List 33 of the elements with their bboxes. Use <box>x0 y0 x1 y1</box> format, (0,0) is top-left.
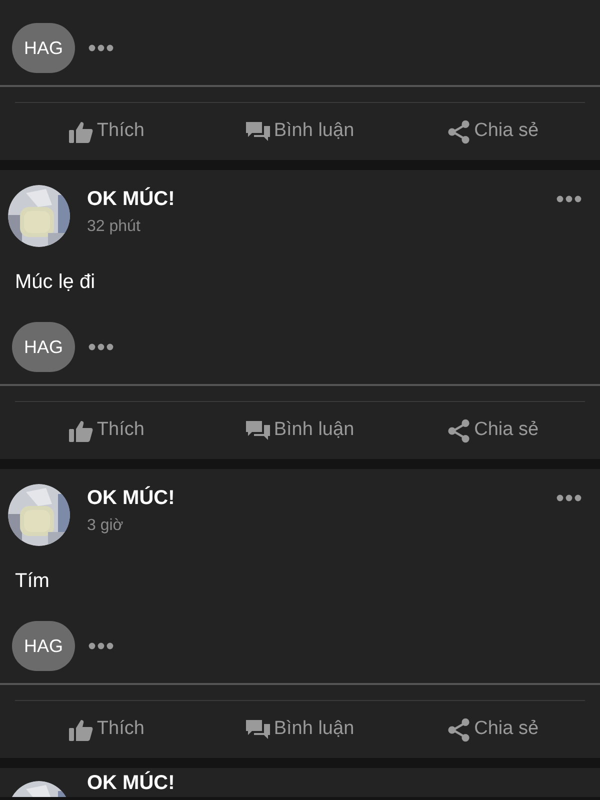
comment-button[interactable]: Bình luận <box>246 117 354 146</box>
more-icon[interactable] <box>556 494 582 502</box>
like-button[interactable]: Thích <box>68 715 144 744</box>
thumbs-up-icon <box>68 420 93 442</box>
more-icon[interactable] <box>88 44 114 52</box>
post-text: Tím <box>15 569 50 594</box>
reaction-chip[interactable]: HAG <box>12 23 75 73</box>
comment-button[interactable]: Bình luận <box>246 715 354 744</box>
author-name[interactable]: OK MÚC! <box>87 187 175 211</box>
share-icon <box>448 718 470 742</box>
author-name[interactable]: OK MÚC! <box>87 486 175 510</box>
share-button[interactable]: Chia sẻ <box>448 416 539 445</box>
like-button[interactable]: Thích <box>68 117 144 146</box>
thumbs-up-icon <box>68 120 93 142</box>
more-icon[interactable] <box>88 642 114 650</box>
share-icon <box>448 418 470 442</box>
reaction-chip[interactable]: HAG <box>12 322 75 372</box>
more-icon[interactable] <box>556 195 582 203</box>
share-button[interactable]: Chia sẻ <box>448 117 539 146</box>
more-icon[interactable] <box>88 343 114 351</box>
speech-bubbles-icon <box>246 420 270 442</box>
reaction-chip[interactable]: HAG <box>12 621 75 671</box>
post-time: 3 giờ <box>87 516 124 536</box>
share-button[interactable]: Chia sẻ <box>448 715 539 744</box>
speech-bubbles-icon <box>246 120 270 142</box>
like-button[interactable]: Thích <box>68 416 144 445</box>
post-text: Múc lẹ đi <box>15 270 96 295</box>
thumbs-up-icon <box>68 718 93 740</box>
author-name[interactable]: OK MÚC! <box>87 771 175 795</box>
comment-button[interactable]: Bình luận <box>246 416 354 445</box>
share-icon <box>448 120 470 144</box>
post-time: 32 phút <box>87 217 140 237</box>
speech-bubbles-icon <box>246 718 270 740</box>
